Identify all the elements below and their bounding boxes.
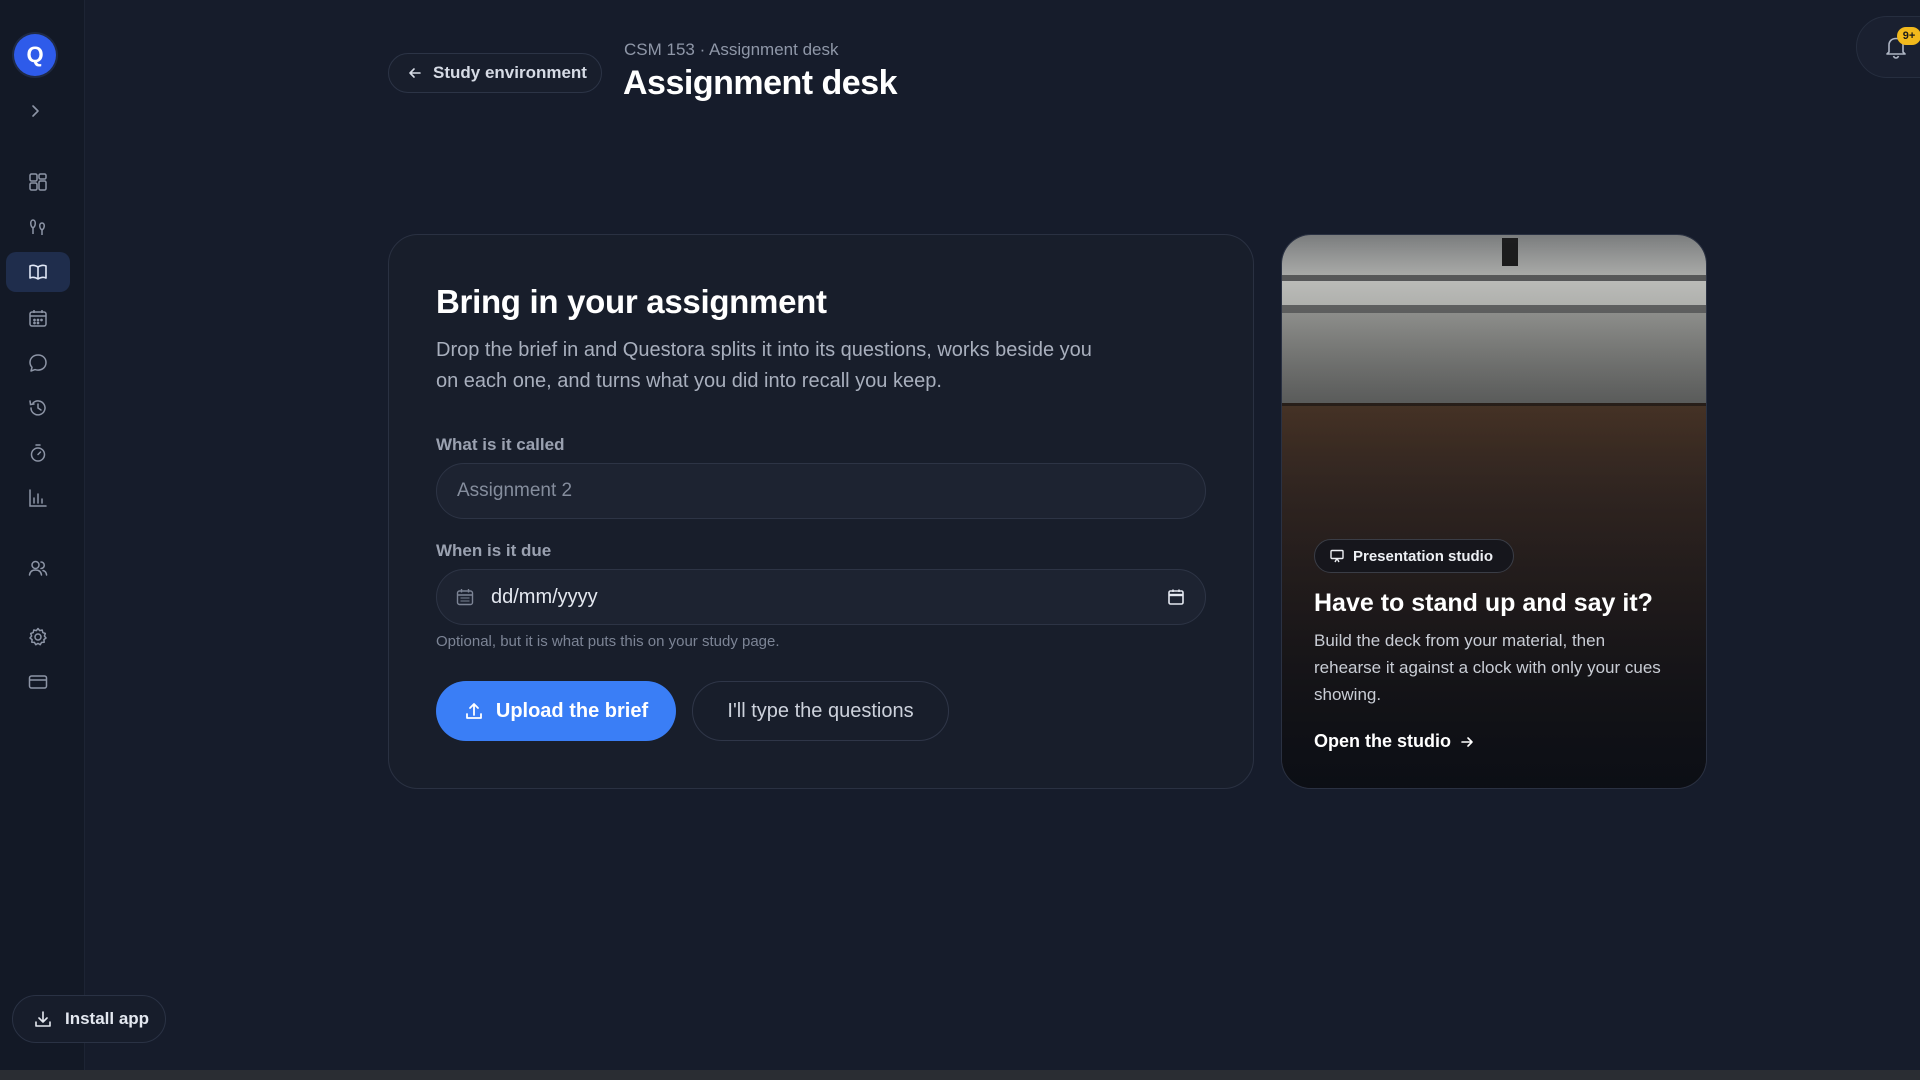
- sidebar-item-history[interactable]: [6, 388, 70, 428]
- bar-chart-icon: [29, 489, 47, 507]
- sidebar: Q Install app: [0, 0, 166, 1070]
- due-date-hint: Optional, but it is what puts this on yo…: [436, 633, 780, 650]
- card-title: Bring in your assignment: [436, 283, 827, 320]
- chevron-right-icon: [32, 105, 39, 117]
- download-icon: [35, 1011, 51, 1027]
- arrow-left-icon: [409, 68, 421, 78]
- presentation-icon: [1330, 549, 1344, 563]
- studio-badge: Presentation studio: [1314, 539, 1514, 573]
- promo-title: Have to stand up and say it?: [1314, 589, 1653, 617]
- users-icon: [28, 560, 48, 576]
- calendar-icon: [29, 310, 47, 327]
- bottom-bar: [0, 1070, 1920, 1080]
- app-logo[interactable]: Q: [14, 34, 56, 76]
- notification-badge: 9+: [1897, 27, 1920, 45]
- sidebar-item-calendar[interactable]: [6, 298, 70, 338]
- practice-icon: [30, 219, 45, 235]
- presentation-studio-card[interactable]: Presentation studio Have to stand up and…: [1281, 234, 1707, 789]
- page-title: Assignment desk: [623, 64, 898, 102]
- upload-label: Upload the brief: [495, 699, 649, 722]
- expand-sidebar-button[interactable]: [22, 98, 48, 124]
- sidebar-item-practice[interactable]: [6, 207, 70, 247]
- date-picker-icon[interactable]: [1166, 587, 1186, 607]
- back-label: Study environment: [433, 63, 587, 82]
- history-icon: [29, 400, 46, 416]
- sidebar-item-assignments[interactable]: [6, 252, 70, 292]
- credit-card-icon: [28, 675, 48, 689]
- upload-brief-button[interactable]: Upload the brief: [436, 681, 676, 741]
- sidebar-item-analytics[interactable]: [6, 478, 70, 518]
- book-icon: [29, 264, 47, 280]
- due-date-value: dd/mm/yyyy: [491, 586, 598, 608]
- assignment-name-input[interactable]: [436, 463, 1206, 519]
- sidebar-item-billing[interactable]: [6, 662, 70, 702]
- arrow-right-icon: [1461, 736, 1473, 747]
- promo-text: Build the deck from your material, then …: [1314, 631, 1661, 704]
- timer-icon: [30, 444, 46, 462]
- card-description: Drop the brief in and Questora splits it…: [436, 339, 1092, 392]
- sidebar-item-timer[interactable]: [6, 433, 70, 473]
- open-studio-label: Open the studio: [1314, 731, 1451, 751]
- due-date-input[interactable]: dd/mm/yyyy: [436, 569, 1206, 625]
- notifications-button[interactable]: 9+: [1856, 16, 1920, 78]
- install-app-button[interactable]: Install app: [12, 995, 166, 1043]
- sidebar-item-community[interactable]: [6, 548, 70, 588]
- type-questions-button[interactable]: I'll type the questions: [692, 681, 949, 741]
- breadcrumb: CSM 153 · Assignment desk: [624, 40, 839, 59]
- due-field-label: When is it due: [436, 541, 552, 560]
- install-app-label: Install app: [65, 1009, 150, 1028]
- type-questions-label: I'll type the questions: [727, 699, 914, 722]
- back-to-study-environment-button[interactable]: Study environment: [388, 53, 602, 93]
- sidebar-item-dashboard[interactable]: [6, 162, 70, 202]
- dashboard-grid-icon: [29, 173, 47, 191]
- settings-icon: [29, 627, 47, 646]
- chat-icon: [29, 354, 47, 372]
- studio-badge-label: Presentation studio: [1353, 547, 1494, 565]
- open-studio-link[interactable]: Open the studio: [1314, 731, 1475, 752]
- name-field-label: What is it called: [436, 435, 565, 454]
- sidebar-item-chat[interactable]: [6, 343, 70, 383]
- calendar-icon: [456, 589, 474, 606]
- upload-icon: [465, 703, 482, 719]
- sidebar-item-settings[interactable]: [6, 617, 70, 657]
- assignment-card: Bring in your assignment Drop the brief …: [388, 234, 1254, 789]
